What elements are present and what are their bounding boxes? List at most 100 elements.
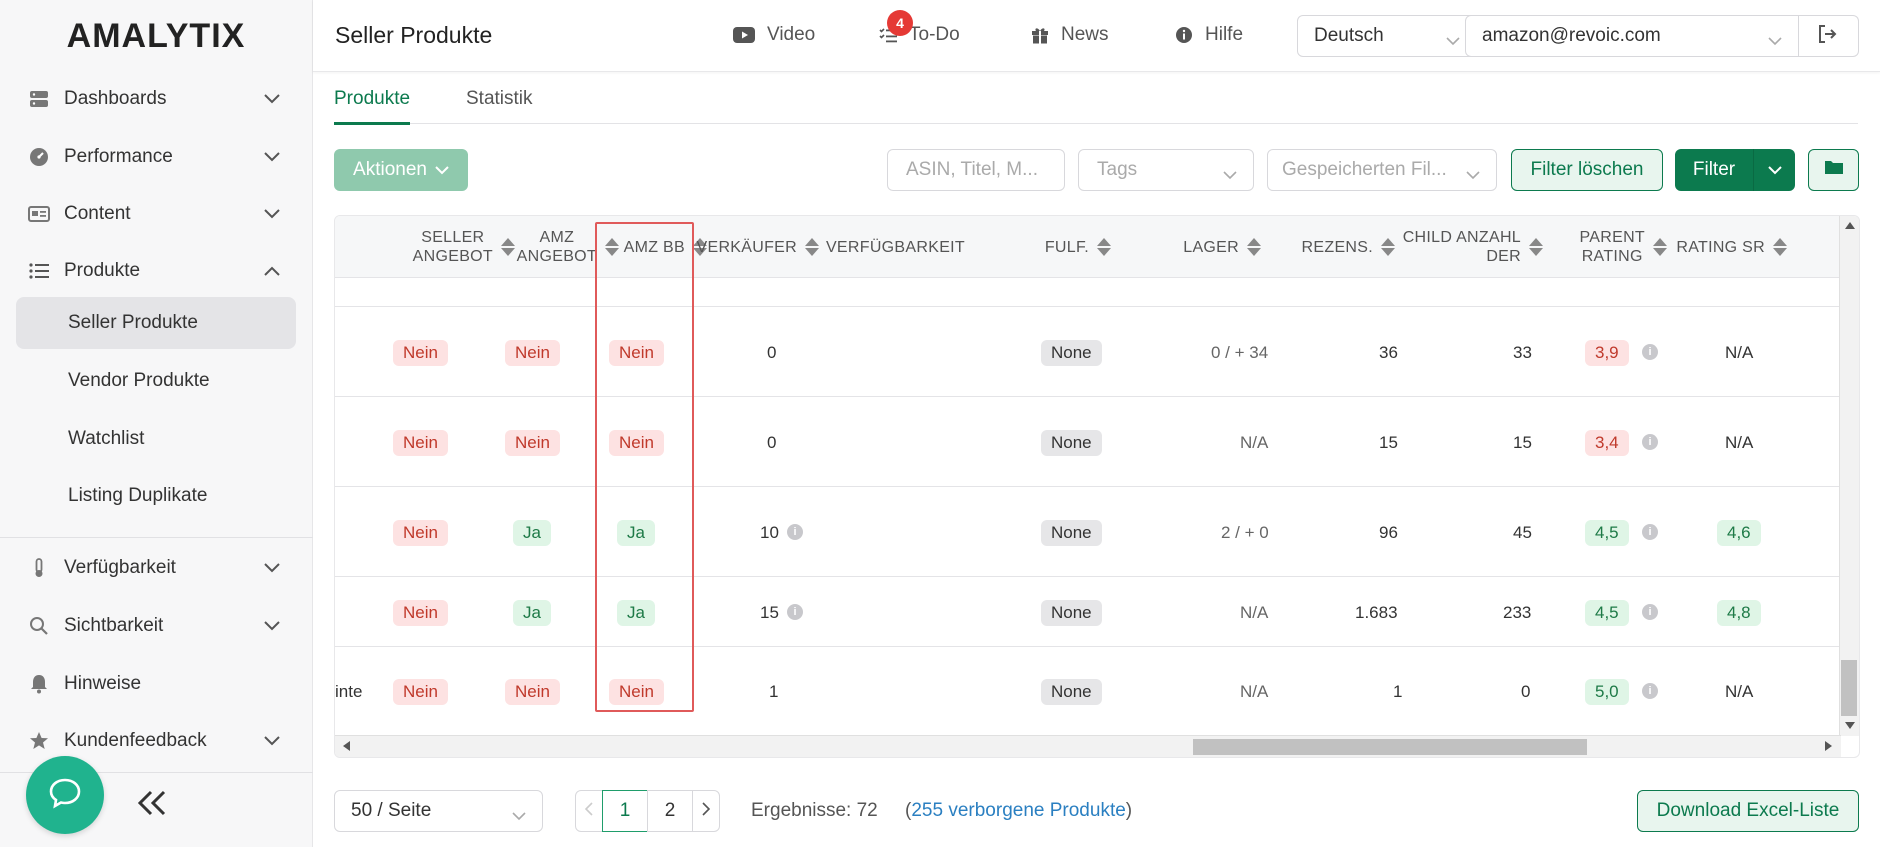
tab-bar: Produkte Statistik [334, 72, 1858, 125]
info-icon[interactable]: i [787, 604, 803, 620]
hilfe-label: Hilfe [1205, 24, 1244, 45]
sidebar-subitem-seller-produkte[interactable]: Seller Produkte [16, 297, 296, 349]
info-icon[interactable]: i [1642, 434, 1658, 450]
sidebar-item-label: Performance [64, 146, 173, 167]
horizontal-scrollbar[interactable] [335, 735, 1841, 757]
server-icon [28, 88, 50, 110]
download-excel-button[interactable]: Download Excel-Liste [1637, 790, 1859, 832]
info-icon[interactable]: i [1642, 683, 1658, 699]
verkaeufer-value: 10 [760, 523, 779, 542]
app-logo[interactable]: AMALYTIX [0, 0, 312, 72]
sort-icon [1381, 238, 1395, 256]
tags-select[interactable]: Tags [1078, 149, 1254, 191]
lager-value: 2 / + 0 [1221, 523, 1269, 542]
sidebar-item-content[interactable]: Content [0, 192, 313, 236]
todo-count-badge: 4 [887, 10, 913, 36]
row-divider [335, 306, 1841, 307]
sidebar-subitem-listing-duplikate[interactable]: Listing Duplikate [16, 470, 296, 522]
tab-produkte[interactable]: Produkte [334, 88, 411, 125]
sidebar-item-dashboards[interactable]: Dashboards [0, 77, 313, 121]
fulf-badge: None [1041, 600, 1102, 626]
col-header-parent-rating[interactable]: PARENT RATING [1545, 216, 1667, 278]
youtube-icon [733, 27, 755, 43]
parent-rating-badge: 3,4 [1585, 430, 1629, 456]
col-header-verkaeufer[interactable]: VERKÄUFER [695, 216, 819, 278]
table-header: SELLER ANGEBOT AMZ ANGEBOT AMZ BB VERKÄU… [335, 216, 1841, 278]
vertical-scrollbar[interactable] [1839, 216, 1859, 736]
chevron-down-icon [263, 616, 281, 638]
sort-icon [1097, 238, 1111, 256]
prev-page-button[interactable] [575, 790, 603, 832]
seller-angebot-badge: Nein [393, 340, 448, 366]
filter-button[interactable]: Filter [1675, 149, 1753, 191]
sidebar-item-produkte[interactable]: Produkte [0, 249, 313, 293]
col-header-rating-sr[interactable]: RATING SR [1675, 216, 1787, 278]
amz-angebot-badge: Nein [505, 430, 560, 456]
account-select[interactable]: amazon@revoic.com [1465, 15, 1799, 57]
child-anzahl-value: 233 [1503, 603, 1532, 622]
hilfe-link[interactable]: Hilfe [1175, 24, 1243, 46]
chevron-down-icon [1767, 159, 1782, 181]
scroll-left-arrow-icon[interactable] [343, 741, 350, 751]
per-page-select[interactable]: 50 / Seite [334, 790, 543, 832]
saved-filter-select[interactable]: Gespeicherten Fil... [1267, 149, 1497, 191]
horizontal-scroll-thumb[interactable] [1193, 739, 1587, 755]
scroll-down-arrow-icon[interactable] [1845, 722, 1855, 729]
vertical-scroll-thumb[interactable] [1841, 660, 1857, 716]
sidebar-subitem-vendor-produkte[interactable]: Vendor Produkte [16, 355, 296, 407]
aktionen-button[interactable]: Aktionen [334, 149, 468, 191]
amz-angebot-badge: Nein [505, 679, 560, 705]
video-label: Video [767, 24, 816, 45]
filter-dropdown-button[interactable] [1753, 149, 1795, 191]
info-icon[interactable]: i [787, 524, 803, 540]
scroll-up-arrow-icon[interactable] [1845, 222, 1855, 229]
col-header-verfuegbarkeit[interactable]: VERFÜGBARKEIT [815, 216, 965, 278]
info-icon[interactable]: i [1642, 524, 1658, 540]
chat-button[interactable] [26, 756, 104, 834]
col-header-child-anzahl[interactable]: CHILD ANZAHL DER [1395, 216, 1543, 278]
sidebar-item-hinweise[interactable]: Hinweise [0, 662, 313, 706]
info-icon [1175, 26, 1193, 44]
sort-icon [1529, 238, 1543, 256]
per-page-value: 50 / Seite [351, 800, 432, 821]
sidebar-item-performance[interactable]: Performance [0, 135, 313, 179]
rating-sr-badge: 4,8 [1717, 600, 1761, 626]
row-divider [335, 396, 1841, 397]
sidebar-item-verfuegbarkeit[interactable]: Verfügbarkeit [0, 546, 313, 590]
page-button-1[interactable]: 1 [602, 790, 648, 832]
rezens-value: 36 [1379, 343, 1398, 362]
col-header-seller-angebot[interactable]: SELLER ANGEBOT [369, 216, 515, 278]
results-summary: Ergebnisse: 72 (255 verborgene Produkte) [751, 800, 1132, 822]
scroll-right-arrow-icon[interactable] [1825, 741, 1832, 751]
tab-statistik[interactable]: Statistik [466, 88, 533, 122]
folder-button[interactable] [1808, 149, 1859, 191]
sidebar-item-kundenfeedback[interactable]: Kundenfeedback [0, 719, 313, 763]
next-page-button[interactable] [692, 790, 720, 832]
language-select[interactable]: Deutsch [1297, 15, 1477, 57]
video-link[interactable]: Video [733, 24, 815, 46]
search-input[interactable]: ASIN, Titel, M... [887, 149, 1065, 191]
list-icon [28, 260, 50, 282]
col-header-lager[interactable]: LAGER [1165, 216, 1261, 278]
parent-rating-badge: 3,9 [1585, 340, 1629, 366]
page-button-2[interactable]: 2 [647, 790, 693, 832]
chevron-down-icon [1768, 30, 1782, 52]
clear-filter-button[interactable]: Filter löschen [1511, 149, 1663, 191]
chevron-down-icon [263, 147, 281, 169]
id-card-icon [28, 203, 50, 225]
sidebar-item-sichtbarkeit[interactable]: Sichtbarkeit [0, 604, 313, 648]
info-icon[interactable]: i [1642, 604, 1658, 620]
amz-angebot-badge: Ja [513, 600, 551, 626]
col-header-rezens[interactable]: REZENS. [1265, 216, 1395, 278]
logout-button[interactable] [1797, 15, 1859, 57]
news-link[interactable]: News [1031, 24, 1109, 46]
sidebar-subitem-watchlist[interactable]: Watchlist [16, 413, 296, 465]
child-anzahl-value: 0 [1521, 682, 1531, 701]
child-anzahl-value: 33 [1513, 343, 1532, 362]
fulf-badge: None [1041, 520, 1102, 546]
collapse-sidebar-button[interactable] [136, 790, 168, 821]
col-header-fulf[interactable]: FULF. [1025, 216, 1111, 278]
info-icon[interactable]: i [1642, 344, 1658, 360]
hidden-products-link[interactable]: 255 verborgene Produkte [911, 800, 1125, 821]
chevron-down-icon [512, 805, 526, 827]
